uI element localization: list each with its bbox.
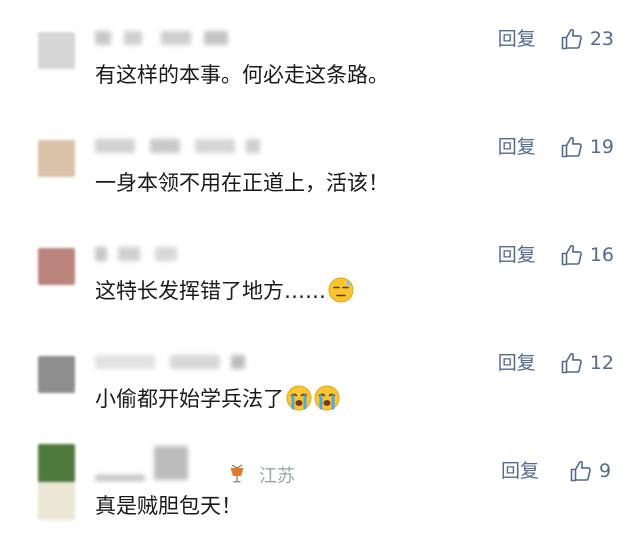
comment-text: 一身本领不用在正道上，活该！ — [95, 171, 389, 195]
like-count: 9 — [599, 460, 612, 482]
username-blurred[interactable] — [95, 446, 220, 481]
avatar[interactable] — [38, 248, 75, 285]
cocktail-cup-icon — [230, 464, 244, 483]
comment-text: 有这样的本事。何必走这条路。 — [95, 63, 389, 87]
avatar[interactable] — [38, 356, 75, 393]
like-count: 16 — [589, 244, 614, 266]
comment-item: 这特长发挥错了地方…… 回复 16 — [0, 216, 640, 324]
comment-item: 江苏 真是贼胆包天！ 回复 9 — [0, 432, 640, 540]
region-label: 江苏 — [259, 466, 295, 487]
loudly-crying-face-icon — [314, 385, 340, 411]
comment-item: 一身本领不用在正道上，活该！ 回复 19 — [0, 108, 640, 216]
thumbs-up-icon[interactable] — [560, 27, 584, 51]
loudly-crying-face-icon — [286, 385, 312, 411]
username-blurred[interactable] — [95, 28, 265, 48]
avatar[interactable] — [38, 140, 75, 177]
like-count: 19 — [589, 136, 614, 158]
downcast-sweat-face-icon — [328, 277, 354, 303]
comment-text-body: 这特长发挥错了地方…… — [95, 279, 326, 303]
comment-text: 这特长发挥错了地方…… — [95, 277, 354, 305]
avatar[interactable] — [38, 32, 75, 69]
like-count: 23 — [589, 28, 614, 50]
username-blurred[interactable] — [95, 244, 265, 264]
comment-text: 真是贼胆包天！ — [95, 494, 242, 518]
reply-button[interactable]: 回复 — [498, 351, 536, 375]
username-blurred[interactable] — [95, 136, 265, 156]
reply-button[interactable]: 回复 — [501, 459, 539, 483]
reply-button[interactable]: 回复 — [498, 27, 536, 51]
thumbs-up-icon[interactable] — [560, 243, 584, 267]
reply-button[interactable]: 回复 — [498, 135, 536, 159]
comment-item: 有这样的本事。何必走这条路。 回复 23 — [0, 0, 640, 108]
like-count: 12 — [589, 352, 614, 374]
thumbs-up-icon[interactable] — [560, 135, 584, 159]
avatar[interactable] — [38, 444, 75, 520]
thumbs-up-icon[interactable] — [560, 351, 584, 375]
comment-item: 小偷都开始学兵法了 回复 12 — [0, 324, 640, 432]
comment-text-body: 小偷都开始学兵法了 — [95, 387, 284, 411]
reply-button[interactable]: 回复 — [498, 243, 536, 267]
thumbs-up-icon[interactable] — [569, 459, 593, 483]
comment-text: 小偷都开始学兵法了 — [95, 385, 340, 413]
username-blurred[interactable] — [95, 352, 265, 372]
